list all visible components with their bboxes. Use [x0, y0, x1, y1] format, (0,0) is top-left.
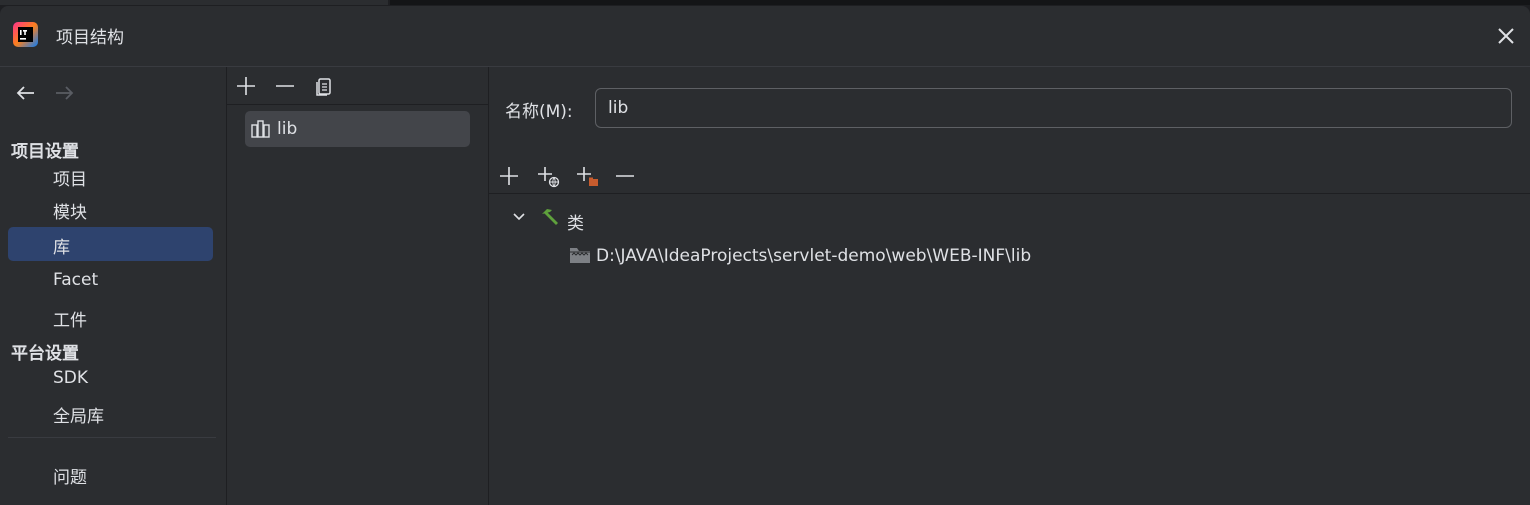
sidebar-item-sdk[interactable]: SDK [8, 362, 213, 396]
sidebar-item-label: 全局库 [53, 407, 104, 427]
background-strip-right [390, 0, 1530, 5]
arrow-right-icon[interactable] [52, 81, 76, 105]
sidebar-item-facets[interactable]: Facet [8, 264, 213, 298]
add-url-icon[interactable] [535, 163, 561, 189]
sidebar-item-artifacts[interactable]: 工件 [8, 300, 213, 334]
sidebar-item-global-libraries[interactable]: 全局库 [8, 396, 213, 430]
add-folder-icon[interactable] [574, 163, 600, 189]
class-root-path[interactable]: D:\JAVA\IdeaProjects\servlet-demo\web\WE… [596, 246, 1031, 266]
copy-icon[interactable] [311, 73, 337, 99]
intellij-logo-icon [13, 22, 38, 47]
library-icon [251, 120, 270, 138]
plus-icon[interactable] [233, 73, 259, 99]
sidebar-item-libraries[interactable]: 库 [8, 227, 213, 261]
library-detail-panel: 名称(M): 类 [489, 67, 1530, 505]
minus-icon[interactable] [272, 73, 298, 99]
jar-folder-icon [570, 248, 590, 263]
sidebar-item-label: 库 [53, 238, 70, 258]
settings-sidebar: 项目设置 项目 模块 库 Facet 工件 平台设置 SDK 全局库 问题 [0, 67, 227, 505]
library-name-input[interactable] [595, 88, 1512, 128]
library-roots-toolbar [489, 159, 1530, 194]
sidebar-item-label: 模块 [53, 203, 87, 223]
background-strip-left [0, 0, 388, 5]
classes-node-label: 类 [567, 214, 584, 234]
library-list-toolbar [227, 67, 488, 105]
sidebar-item-label: 问题 [53, 468, 87, 488]
title-bar: 项目结构 [0, 6, 1530, 67]
sidebar-item-label: SDK [53, 368, 89, 388]
library-item-label: lib [277, 119, 298, 139]
sidebar-divider [8, 437, 216, 438]
sidebar-item-label: Facet [53, 270, 99, 290]
name-label: 名称(M): [505, 102, 573, 122]
close-icon[interactable] [1492, 22, 1520, 50]
sidebar-item-modules[interactable]: 模块 [8, 192, 213, 226]
sidebar-item-label: 项目 [53, 170, 87, 190]
hammer-icon [542, 209, 558, 225]
library-item-lib[interactable]: lib [245, 111, 470, 147]
plus-icon[interactable] [496, 163, 522, 189]
sidebar-item-label: 工件 [53, 311, 87, 331]
sidebar-item-problems[interactable]: 问题 [8, 457, 213, 491]
arrow-left-icon[interactable] [14, 81, 38, 105]
platform-settings-header: 平台设置 [11, 344, 79, 364]
chevron-down-icon[interactable] [509, 207, 529, 227]
library-list-panel: lib [227, 67, 489, 505]
sidebar-item-project[interactable]: 项目 [8, 159, 213, 193]
project-structure-dialog: 项目结构 项目设置 项目 模块 库 Facet 工件 平台设置 SDK 全局库 … [0, 6, 1530, 505]
dialog-title: 项目结构 [56, 28, 124, 48]
minus-icon[interactable] [612, 163, 638, 189]
